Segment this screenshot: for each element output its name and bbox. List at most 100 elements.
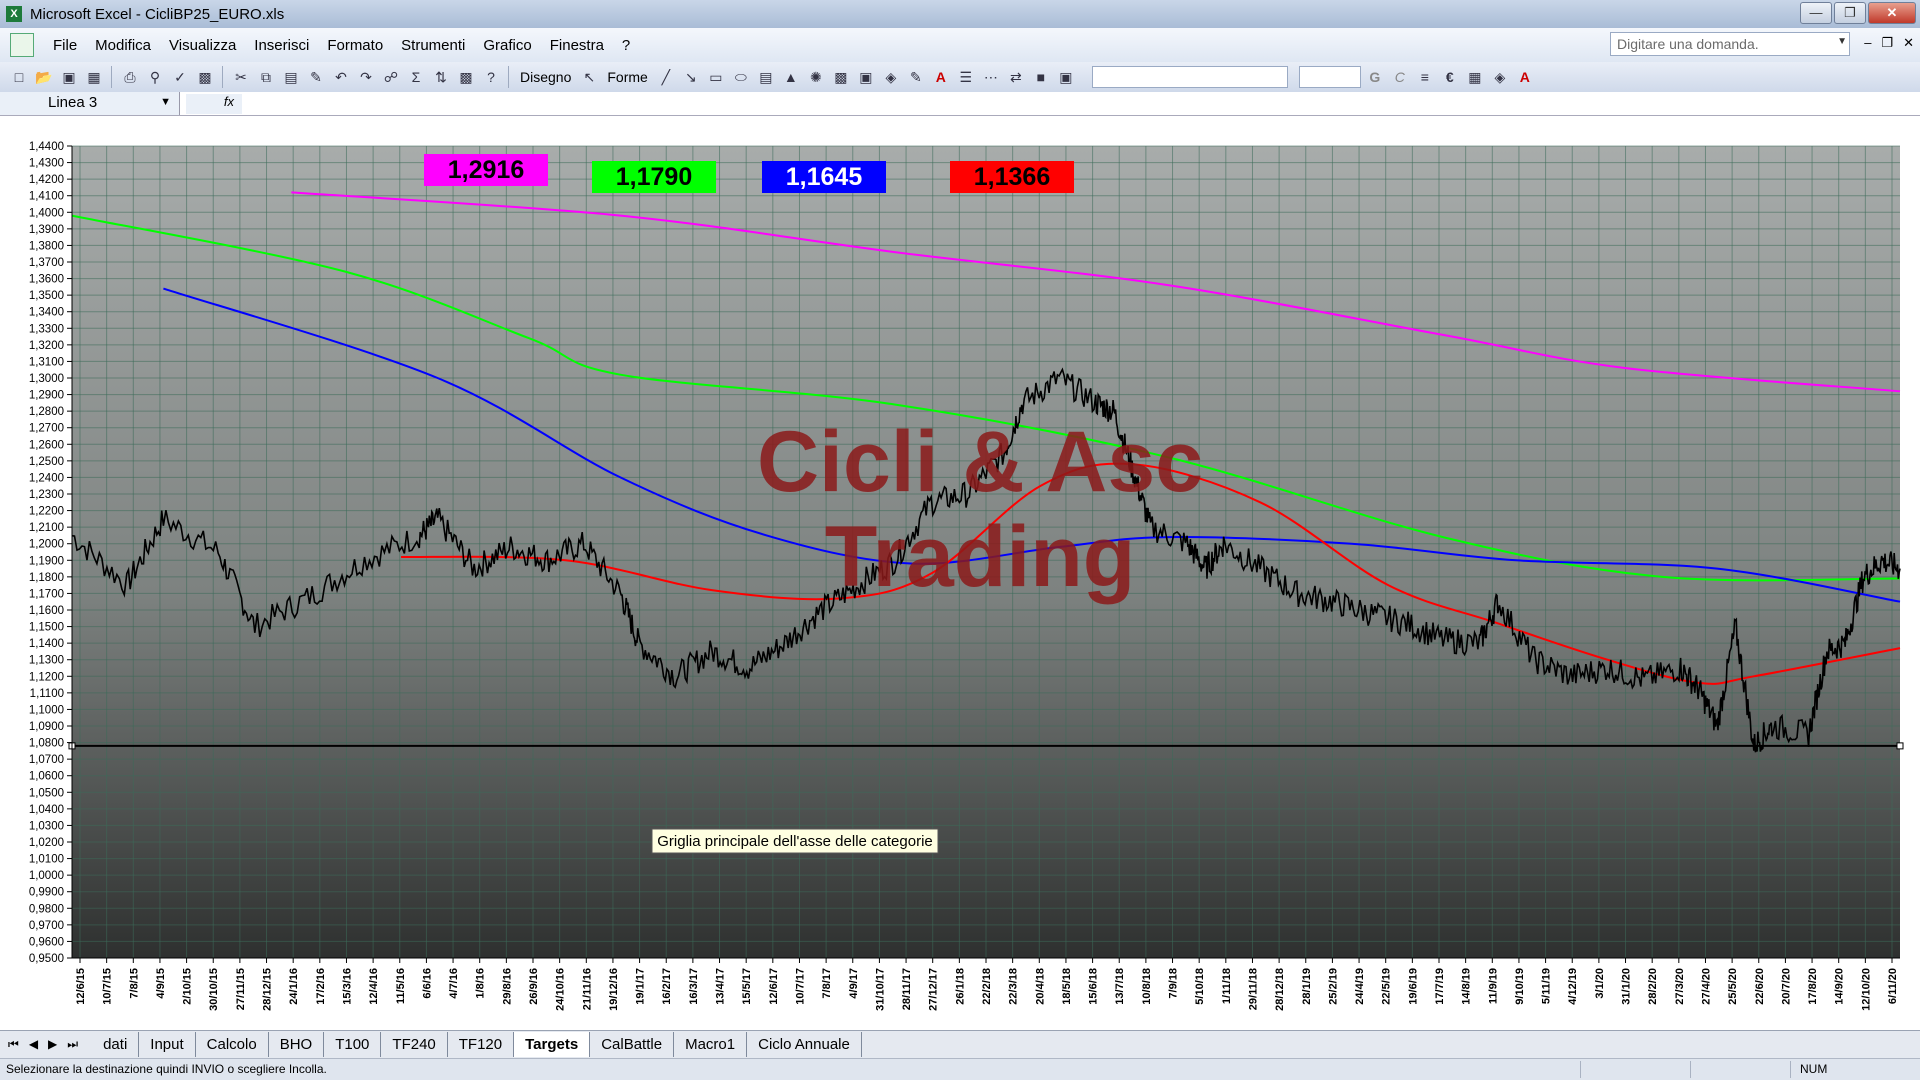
target-label-text: 1,2916 (448, 156, 524, 184)
print-preview-icon[interactable]: ⚲ (144, 66, 166, 88)
wordart-icon[interactable]: ▲ (780, 66, 802, 88)
menu-help[interactable]: ? (613, 37, 639, 54)
chevron-down-icon[interactable]: ▼ (160, 96, 171, 108)
line-style-icon[interactable]: ☰ (955, 66, 977, 88)
bold-icon[interactable]: G (1364, 66, 1386, 88)
tab-input[interactable]: Input (139, 1032, 196, 1057)
tab-bho[interactable]: BHO (269, 1032, 325, 1057)
permission-icon[interactable]: ▦ (83, 66, 105, 88)
menu-strumenti[interactable]: Strumenti (392, 37, 474, 54)
status-message: Selezionare la destinazione quindi INVIO… (6, 1062, 327, 1076)
new-icon[interactable]: □ (8, 66, 30, 88)
menu-file[interactable]: File (44, 37, 86, 54)
clipart-icon[interactable]: ▩ (830, 66, 852, 88)
redo-icon[interactable]: ↷ (355, 66, 377, 88)
y-tick-label: 1,3000 (29, 373, 64, 385)
chevron-down-icon[interactable]: ▼ (1837, 36, 1847, 47)
align-icon[interactable]: ≡ (1414, 66, 1436, 88)
dash-style-icon[interactable]: ⋯ (980, 66, 1002, 88)
fill-color-icon-2[interactable]: ◈ (1489, 66, 1511, 88)
research-icon[interactable]: ▩ (194, 66, 216, 88)
menu-finestra[interactable]: Finestra (541, 37, 613, 54)
menu-visualizza[interactable]: Visualizza (160, 37, 245, 54)
tab-targets[interactable]: Targets (514, 1032, 591, 1057)
name-box[interactable]: Linea 3 ▼ (0, 92, 180, 115)
diagram-icon[interactable]: ✺ (805, 66, 827, 88)
paste-icon[interactable]: ▤ (280, 66, 302, 88)
cut-icon[interactable]: ✂ (230, 66, 252, 88)
line-icon[interactable]: ╱ (655, 66, 677, 88)
chart-sheet[interactable]: 1,4400 1,4300 1,4200 1,4100 1,4000 1,3900 1,38… (0, 116, 1920, 1030)
excel-app-icon: X (6, 6, 22, 22)
save-icon[interactable]: ▣ (58, 66, 80, 88)
tab-tf120[interactable]: TF120 (448, 1032, 515, 1057)
tab-macro1[interactable]: Macro1 (674, 1032, 748, 1057)
euro-icon[interactable]: € (1439, 66, 1461, 88)
restore-button[interactable]: ❐ (1834, 2, 1866, 24)
menu-modifica[interactable]: Modifica (86, 37, 160, 54)
menu-inserisci[interactable]: Inserisci (245, 37, 318, 54)
hyperlink-icon[interactable]: ☍ (380, 66, 402, 88)
spelling-icon[interactable]: ✓ (169, 66, 191, 88)
arrow-icon[interactable]: ↘ (680, 66, 702, 88)
format-painter-icon[interactable]: ✎ (305, 66, 327, 88)
last-sheet-icon[interactable]: ⏭ (67, 1037, 78, 1052)
tab-t100[interactable]: T100 (324, 1032, 382, 1057)
y-tick-label: 1,0100 (29, 854, 64, 866)
window-title: Microsoft Excel - CicliBP25_EURO.xls (30, 5, 285, 23)
next-sheet-icon[interactable]: ▶ (48, 1037, 57, 1052)
italic-icon[interactable]: C (1389, 66, 1411, 88)
line-color-icon[interactable]: ✎ (905, 66, 927, 88)
tab-dati[interactable]: dati (92, 1032, 140, 1057)
rectangle-icon[interactable]: ▭ (705, 66, 727, 88)
ask-question-box[interactable]: Digitare una domanda. ▼ (1610, 32, 1850, 56)
font-color-icon[interactable]: A (930, 66, 952, 88)
close-button[interactable]: ✕ (1868, 2, 1916, 24)
arrow-style-icon[interactable]: ⇄ (1005, 66, 1027, 88)
help-icon[interactable]: ? (480, 66, 502, 88)
minimize-button[interactable]: — (1800, 2, 1832, 24)
first-sheet-icon[interactable]: ⏮ (8, 1037, 19, 1052)
fill-color-icon[interactable]: ◈ (880, 66, 902, 88)
menu-formato[interactable]: Formato (318, 37, 392, 54)
doc-restore-icon[interactable]: ❐ (1881, 35, 1893, 51)
open-icon[interactable]: 📂 (33, 66, 55, 88)
y-tick-label: 1,0200 (29, 837, 64, 849)
workbook-icon[interactable] (10, 33, 34, 57)
draw-menu[interactable]: Disegno (516, 69, 575, 85)
chart-objects-combo[interactable] (1091, 66, 1288, 88)
x-tick-label: 24/1/16 (288, 968, 300, 1005)
sort-icon[interactable]: ⇅ (430, 66, 452, 88)
font-color-icon-2[interactable]: A (1514, 66, 1536, 88)
copy-icon[interactable]: ⧉ (255, 66, 277, 88)
menu-grafico[interactable]: Grafico (474, 37, 540, 54)
x-tick-label: 6/6/16 (421, 968, 433, 999)
borders-icon[interactable]: ▦ (1464, 66, 1486, 88)
x-tick-label: 13/4/17 (715, 968, 727, 1005)
font-size-combo[interactable] (1298, 66, 1361, 88)
textbox-icon[interactable]: ▤ (755, 66, 777, 88)
shapes-menu[interactable]: Forme (603, 69, 651, 85)
oval-icon[interactable]: ⬭ (730, 66, 752, 88)
tab-tf240[interactable]: TF240 (381, 1032, 448, 1057)
price-chart[interactable]: 1,4400 1,4300 1,4200 1,4100 1,4000 1,3900 1,38… (0, 116, 1920, 1030)
select-objects-icon[interactable]: ↖ (578, 66, 600, 88)
shadow-icon[interactable]: ■ (1030, 66, 1052, 88)
print-icon[interactable]: ⎙ (119, 66, 141, 88)
chart-wizard-icon[interactable]: ▩ (455, 66, 477, 88)
prev-sheet-icon[interactable]: ◀ (29, 1037, 38, 1052)
toolbar-separator (222, 66, 224, 88)
doc-close-icon[interactable]: ✕ (1903, 35, 1914, 51)
tab-calbattle[interactable]: CalBattle (590, 1032, 675, 1057)
x-tick-label: 21/11/16 (581, 968, 593, 1010)
undo-icon[interactable]: ↶ (330, 66, 352, 88)
tab-calcolo[interactable]: Calcolo (196, 1032, 269, 1057)
3d-icon[interactable]: ▣ (1055, 66, 1077, 88)
fx-icon[interactable]: fx (186, 94, 242, 114)
doc-minimize-icon[interactable]: – (1864, 35, 1871, 51)
autosum-icon[interactable]: Σ (405, 66, 427, 88)
sheet-tab-bar: ⏮ ◀ ▶ ⏭ dati Input Calcolo BHO T100 TF24… (0, 1030, 1920, 1058)
picture-icon[interactable]: ▣ (855, 66, 877, 88)
tab-ciclo-annuale[interactable]: Ciclo Annuale (747, 1032, 862, 1057)
y-tick-label: 1,4300 (29, 158, 64, 170)
